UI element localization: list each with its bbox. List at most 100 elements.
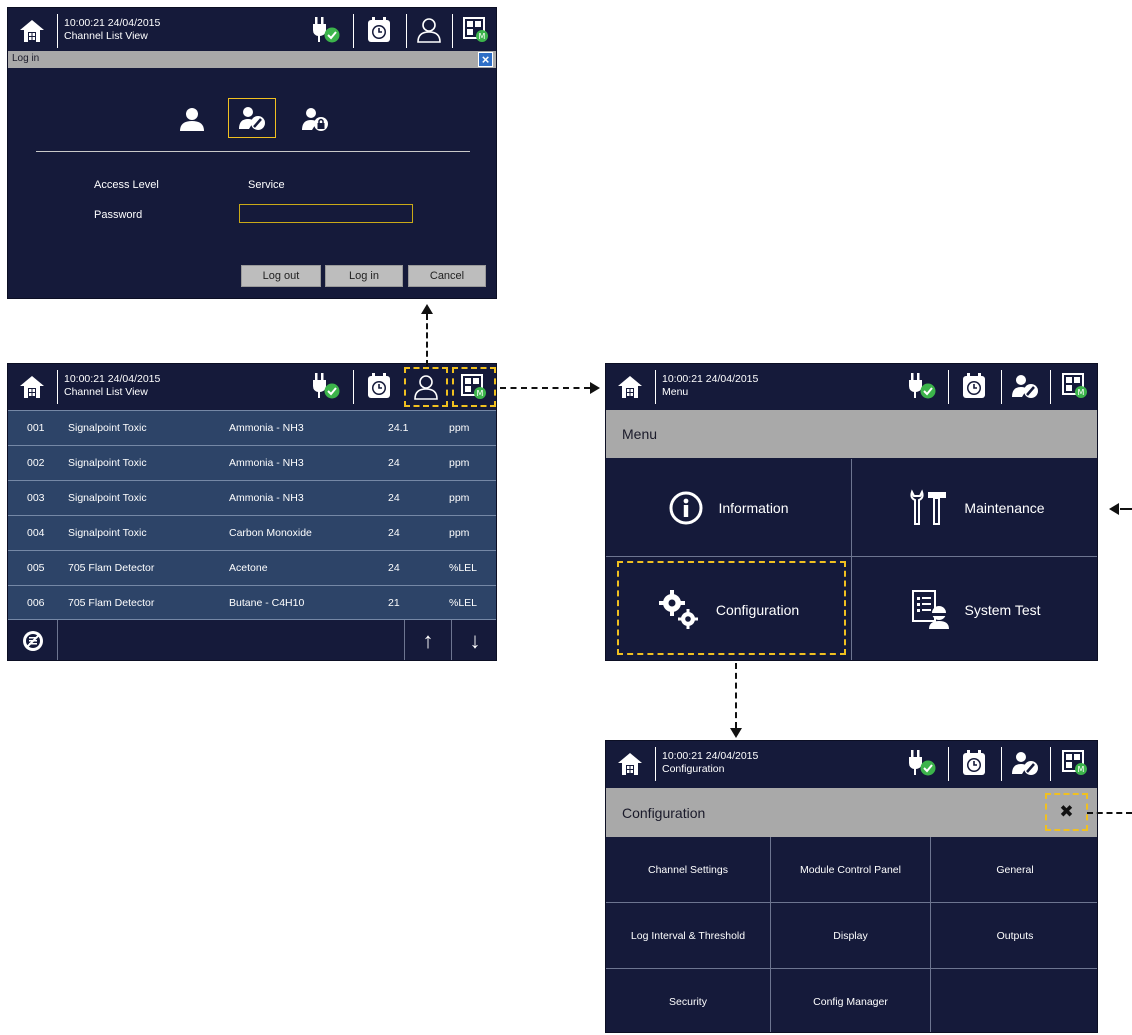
channel-device: 705 Flam Detector [68, 597, 155, 609]
close-button[interactable]: × [478, 52, 493, 67]
power-status-button[interactable] [902, 745, 938, 781]
user-button[interactable] [411, 12, 447, 48]
module-status-button[interactable]: M [1057, 745, 1093, 781]
user-service-icon [1012, 752, 1038, 775]
module-status-button[interactable]: M [452, 367, 496, 407]
table-row[interactable]: 001 Signalpoint Toxic Ammonia - NH3 24.1… [8, 410, 496, 445]
access-level-locked-button[interactable] [298, 103, 332, 135]
home-button[interactable] [12, 369, 52, 405]
header-timestamp: 10:00:21 24/04/2015 [64, 373, 161, 385]
tools-icon [910, 488, 947, 525]
alarm-clock-button[interactable] [956, 368, 992, 404]
channel-value: 21 [388, 597, 400, 609]
arrow-down-icon: ↓ [469, 628, 481, 653]
flow-arrow-to-configuration [735, 663, 737, 728]
home-button[interactable] [12, 13, 52, 49]
scroll-down-button[interactable]: ↓ [451, 620, 496, 660]
channel-device: Signalpoint Toxic [68, 492, 147, 504]
svg-text:M: M [479, 32, 486, 41]
svg-text:M: M [1078, 765, 1085, 774]
home-icon [618, 376, 642, 398]
table-row[interactable]: 006 705 Flam Detector Butane - C4H10 21 … [8, 585, 496, 620]
header-divider [948, 370, 949, 404]
password-field[interactable] [239, 204, 413, 223]
config-item-label: Display [833, 929, 868, 942]
channel-value: 24 [388, 562, 400, 574]
alarm-clock-icon [368, 373, 390, 398]
access-level-user-button[interactable] [176, 103, 208, 135]
inhibit-button[interactable] [8, 620, 58, 660]
alarm-clock-button[interactable] [361, 12, 397, 48]
page-title: Menu [622, 426, 658, 442]
config-item-label: Log Interval & Threshold [630, 929, 746, 942]
config-item-label: Outputs [996, 929, 1034, 942]
channel-gas: Butane - C4H10 [229, 597, 305, 609]
scroll-up-button[interactable]: ↑ [404, 620, 451, 660]
channel-gas: Ammonia - NH3 [229, 492, 304, 504]
user-service-button[interactable] [1007, 368, 1043, 404]
access-level-service-button[interactable] [228, 98, 276, 138]
config-item-outputs[interactable]: Outputs [931, 903, 1097, 969]
user-button[interactable] [404, 367, 448, 407]
home-icon [20, 20, 44, 42]
config-item-channel-settings[interactable]: Channel Settings [606, 837, 771, 903]
config-item-module-control-panel[interactable]: Module Control Panel [771, 837, 931, 903]
config-item-security[interactable]: Security [606, 969, 771, 1032]
info-icon [669, 491, 703, 524]
config-item-label: Module Control Panel [800, 863, 901, 876]
table-row[interactable]: 005 705 Flam Detector Acetone 24 %LEL [8, 550, 496, 585]
config-item-label: General [996, 863, 1034, 876]
header-divider [406, 14, 407, 48]
config-item-display[interactable]: Display [771, 903, 931, 969]
module-status-icon: M [461, 374, 486, 399]
close-button[interactable]: ✖ [1045, 793, 1088, 831]
status-header: 10:00:21 24/04/2015 Menu M [606, 364, 1097, 410]
channel-id: 005 [27, 562, 45, 574]
channel-device: 705 Flam Detector [68, 562, 155, 574]
power-status-button[interactable] [306, 368, 342, 404]
table-row[interactable]: 004 Signalpoint Toxic Carbon Monoxide 24… [8, 515, 496, 550]
header-timestamp: 10:00:21 24/04/2015 [662, 373, 759, 385]
alarm-clock-button[interactable] [361, 368, 397, 404]
home-button[interactable] [610, 369, 650, 405]
dialog-title: Log in [12, 53, 40, 64]
home-button[interactable] [610, 746, 650, 782]
config-item-empty [931, 969, 1097, 1032]
power-plug-ok-icon [909, 373, 936, 399]
table-row[interactable]: 002 Signalpoint Toxic Ammonia - NH3 24 p… [8, 445, 496, 480]
menu-item-system-test[interactable]: System Test [852, 557, 1097, 660]
power-status-button[interactable] [902, 368, 938, 404]
config-item-log-interval[interactable]: Log Interval & Threshold [606, 903, 771, 969]
arrowhead-left-icon [1109, 503, 1119, 515]
menu-item-maintenance[interactable]: Maintenance [852, 459, 1097, 557]
channel-unit: %LEL [449, 597, 478, 609]
module-status-button[interactable]: M [458, 12, 494, 48]
table-row[interactable]: 003 Signalpoint Toxic Ammonia - NH3 24 p… [8, 480, 496, 515]
config-item-general[interactable]: General [931, 837, 1097, 903]
channel-gas: Ammonia - NH3 [229, 422, 304, 434]
cancel-button[interactable]: Cancel [408, 265, 486, 287]
user-service-button[interactable] [1007, 745, 1043, 781]
alarm-clock-button[interactable] [956, 745, 992, 781]
header-divider [655, 747, 656, 781]
header-timestamp: 10:00:21 24/04/2015 [662, 750, 759, 762]
header-divider [57, 370, 58, 404]
alarm-clock-icon [963, 373, 985, 398]
power-status-button[interactable] [306, 12, 342, 48]
close-icon: × [481, 52, 490, 67]
user-icon [414, 375, 438, 400]
channel-gas: Carbon Monoxide [229, 527, 312, 539]
config-item-config-manager[interactable]: Config Manager [771, 969, 931, 1032]
login-button[interactable]: Log in [325, 265, 403, 287]
configuration-screen: 10:00:21 24/04/2015 Configuration M Conf… [605, 740, 1098, 1033]
svg-text:M: M [477, 389, 484, 398]
logout-button[interactable]: Log out [241, 265, 321, 287]
module-status-button[interactable]: M [1057, 368, 1093, 404]
menu-item-information[interactable]: Information [606, 459, 852, 557]
user-icon [417, 18, 441, 43]
module-status-icon: M [1062, 373, 1087, 398]
menu-item-label: Maintenance [964, 499, 1045, 516]
menu-item-configuration[interactable]: Configuration [606, 557, 852, 660]
channel-value: 24.1 [388, 422, 409, 434]
header-info: 10:00:21 24/04/2015 Menu [662, 373, 758, 399]
